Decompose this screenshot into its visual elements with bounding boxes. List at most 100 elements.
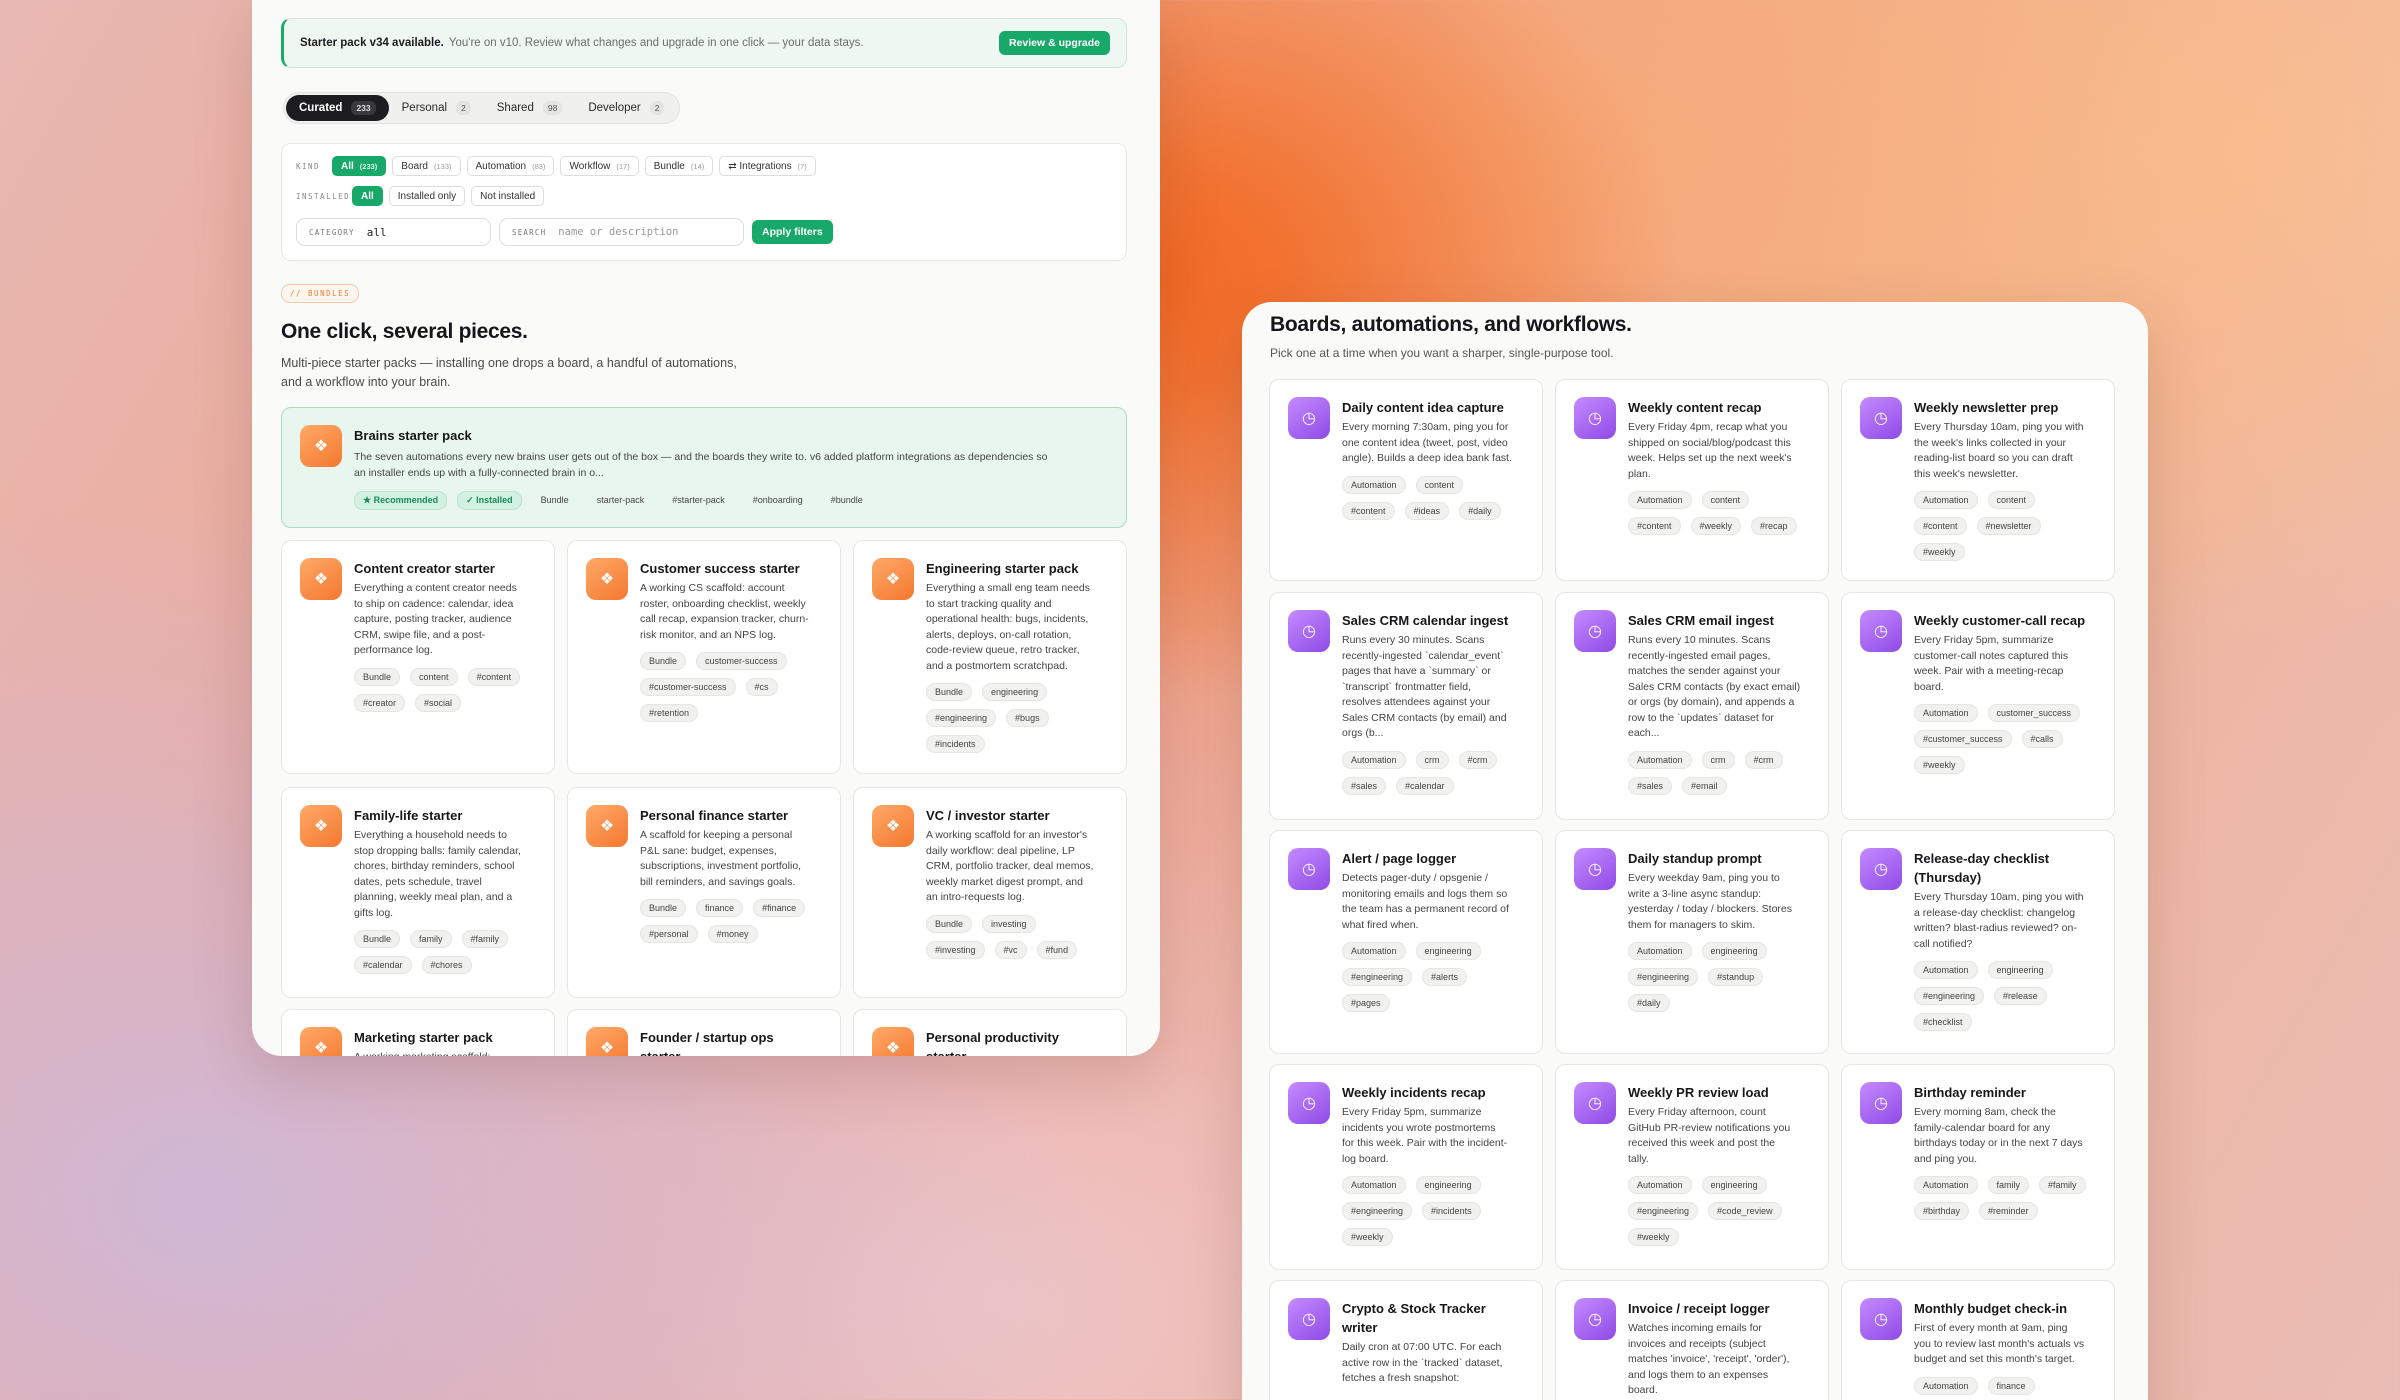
tag: #incidents — [1422, 1202, 1481, 1220]
desc-line: matches 'invoice', 'receipt', 'order'), — [1628, 1353, 1790, 1365]
template-card[interactable]: ❖ Content creator starter Everything a con… — [281, 540, 555, 774]
template-card[interactable]: ❖ Personal finance starter A scaffold for … — [567, 787, 841, 998]
template-card[interactable]: ◷ Daily standup prompt Every weekday 9am, … — [1555, 830, 1829, 1054]
tag: #recap — [1751, 517, 1797, 535]
tag: #engineering — [1342, 1202, 1413, 1220]
tag: #bundle — [830, 495, 863, 505]
card-description: Every Thursday 10am, ping you with a rele… — [1914, 890, 2098, 952]
desc-line: Every morning 8am, check the — [1914, 1106, 2056, 1118]
template-card[interactable]: ◷ Weekly incidents recap Every Friday 5pm,… — [1269, 1064, 1543, 1270]
template-card[interactable]: ◷ Weekly PR review load Every Friday after… — [1555, 1064, 1829, 1270]
kind-chip-workflow[interactable]: Workflow (17) — [560, 156, 639, 176]
kind-chip-automation[interactable]: Automation (83) — [466, 156, 555, 176]
kind-label: KIND — [296, 161, 321, 171]
chip-count: (14) — [690, 161, 705, 171]
template-card[interactable]: ◷ Weekly content recap Every Friday 4pm, r… — [1555, 379, 1829, 581]
tag: family — [410, 930, 452, 948]
review-upgrade-button[interactable]: Review & upgrade — [998, 31, 1110, 55]
tab-label: Developer — [588, 102, 641, 114]
tag: Bundle — [354, 930, 401, 948]
tag: Automation — [1342, 475, 1406, 494]
card-tags: Automation crm #crm #sales #email — [1628, 750, 1802, 795]
title-line: starter — [926, 1047, 1110, 1056]
tag: Automation — [1628, 491, 1692, 509]
card-description: Daily cron at 07:00 UTC. For each active … — [1342, 1340, 1526, 1387]
kind-chip-integrations[interactable]: ⇄ Integrations (7) — [719, 156, 816, 176]
template-card[interactable]: ◷ Crypto & Stock Tracker writer Daily cron … — [1269, 1280, 1543, 1400]
title-line: starter — [640, 1047, 824, 1056]
clock-icon: ◷ — [1288, 610, 1330, 652]
desc-line: and a postmortem scratchpad. — [926, 659, 1068, 672]
title-line: Personal finance starter — [640, 808, 789, 823]
installed-chip-not-installed[interactable]: Not installed — [471, 186, 545, 206]
tag: #engineering — [1628, 1202, 1699, 1220]
desc-line: what fired when. — [1342, 918, 1419, 931]
template-card[interactable]: ❖ Family-life starter Everything a househo… — [281, 787, 555, 998]
tab-curated[interactable]: Curated 233 — [286, 95, 389, 121]
tag: #calls — [2021, 730, 2063, 748]
bundles-subtitle: Multi-piece starter packs — installing o… — [281, 354, 737, 392]
template-card[interactable]: ❖ Customer success starter A working CS sc… — [567, 540, 841, 774]
tag: crm — [1701, 750, 1735, 769]
apply-filters-button[interactable]: Apply filters — [752, 220, 833, 244]
desc-line: Daily cron at 07:00 UTC. For each — [1342, 1341, 1502, 1353]
chip-count: (7) — [797, 161, 807, 171]
template-card[interactable]: ◷ Sales CRM calendar ingest Runs every 30 … — [1269, 592, 1543, 820]
card-title: Birthday reminder — [1914, 1083, 2098, 1102]
template-card[interactable]: ◷ Daily content idea capture Every morning… — [1269, 379, 1543, 581]
category-field[interactable]: CATEGORY all — [296, 218, 491, 246]
card-description: First of every month at 9am, ping you to … — [1914, 1321, 2098, 1368]
installed-chip-installed-only[interactable]: Installed only — [388, 186, 466, 206]
installed-chip-all[interactable]: All — [352, 186, 383, 206]
template-card[interactable]: ◷ Alert / page logger Detects pager-duty /… — [1269, 830, 1543, 1054]
tab-shared[interactable]: Shared 98 — [484, 95, 576, 121]
desc-line: CRM, portfolio tracker, deal memos, — [926, 860, 1094, 872]
template-card[interactable]: ◷ Weekly newsletter prep Every Thursday 10… — [1841, 379, 2115, 581]
template-card[interactable]: ❖ Personal productivity starter — [853, 1009, 1127, 1056]
tag: #standup — [1708, 968, 1764, 986]
template-card[interactable]: ◷ Monthly budget check-in First of every m… — [1841, 1280, 2115, 1400]
template-card[interactable]: ◷ Invoice / receipt logger Watches incomin… — [1555, 1280, 1829, 1400]
template-card[interactable]: ◷ Sales CRM email ingest Runs every 10 min… — [1555, 592, 1829, 820]
tag: Bundle — [640, 652, 687, 670]
tag: #engineering — [1342, 968, 1413, 986]
desc-line: written? blast-radius reviewed? on- — [1914, 922, 2077, 934]
desc-line: call notified? — [1914, 937, 1973, 950]
template-card[interactable]: ❖ Engineering starter pack Everything a sm… — [853, 540, 1127, 774]
tag: #vc — [994, 940, 1027, 959]
template-card[interactable]: ◷ Weekly customer-call recap Every Friday … — [1841, 592, 2115, 820]
tag: #reminder — [1979, 1202, 2038, 1220]
tag: Bundle — [640, 899, 687, 917]
desc-line: you to review last month's actuals vs — [1914, 1337, 2085, 1350]
template-card[interactable]: ◷ Release-day checklist (Thursday) Every Th… — [1841, 830, 2115, 1054]
search-field[interactable]: SEARCH name or description — [499, 218, 744, 246]
template-card[interactable]: ◷ Birthday reminder Every morning 8am, che… — [1841, 1064, 2115, 1270]
tab-personal[interactable]: Personal 2 — [389, 95, 484, 121]
tag: #cs — [745, 678, 778, 696]
card-tags: Automation finance — [1914, 1376, 2088, 1395]
tab-developer[interactable]: Developer 2 — [575, 95, 677, 121]
title-line: Monthly budget check-in — [1914, 1301, 2068, 1316]
template-card[interactable]: ❖ Founder / startup ops starter — [567, 1009, 841, 1056]
desc-line: to start tracking quality and — [926, 597, 1052, 610]
card-description: Every Friday 5pm, summarize incidents you… — [1342, 1105, 1526, 1167]
tag: #customer_success — [1914, 730, 2012, 748]
tag: #birthday — [1914, 1202, 1970, 1220]
tag: #engineering — [1914, 987, 1985, 1005]
card-tags: Automation crm #crm #sales #calendar — [1342, 750, 1516, 795]
kind-chip-board[interactable]: Board (133) — [392, 156, 461, 176]
tag: #pages — [1342, 994, 1390, 1012]
kind-chip-bundle[interactable]: Bundle (14) — [644, 156, 714, 176]
card-title: Brains starter pack — [354, 428, 472, 443]
template-card[interactable]: ❖ VC / investor starter A working scaffold… — [853, 787, 1127, 998]
desc-line: Every Thursday 10am, ping you with — [1914, 421, 2084, 433]
tag: #alerts — [1422, 968, 1468, 986]
bundle-icon: ❖ — [872, 805, 914, 847]
featured-bundle-card[interactable]: ❖ Brains starter pack The seven automati… — [281, 407, 1127, 528]
kind-chip-all[interactable]: All (233) — [332, 156, 387, 176]
desc-line: this week's newsletter. — [1914, 467, 2019, 480]
tag: #weekly — [1914, 543, 1965, 561]
desc-line: week. Helps set up the next week's — [1628, 452, 1792, 464]
subtitle-line: Multi-piece starter packs — installing o… — [281, 356, 737, 370]
template-card[interactable]: ❖ Marketing starter pack A working marketi… — [281, 1009, 555, 1056]
